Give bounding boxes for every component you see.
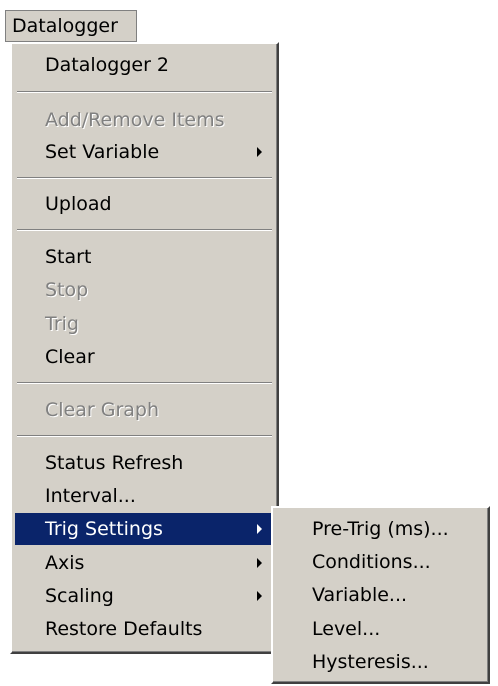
submenu-arrow-icon <box>257 558 262 568</box>
menu-item-label: Stop <box>45 279 89 301</box>
submenu-item-pre-trig[interactable]: Pre-Trig (ms)... <box>276 513 485 545</box>
menu-separator <box>17 229 272 231</box>
menu-item-label: Conditions... <box>312 551 431 573</box>
menubar-datalogger[interactable]: Datalogger <box>5 10 137 42</box>
menu-item-trig-settings[interactable]: Trig Settings <box>15 513 274 545</box>
menu-item-clear-graph: Clear Graph <box>15 394 274 426</box>
menu-item-start[interactable]: Start <box>15 241 274 273</box>
menu-item-label: Datalogger 2 <box>45 54 170 76</box>
menu-item-label: Axis <box>45 552 85 574</box>
menu-item-label: Restore Defaults <box>45 618 203 640</box>
menu-item-label: Clear <box>45 346 95 368</box>
menu-item-label: Set Variable <box>45 141 160 163</box>
menu-item-label: Clear Graph <box>45 399 160 421</box>
menu-item-label: Start <box>45 246 92 268</box>
menu-item-restore-defaults[interactable]: Restore Defaults <box>15 613 274 645</box>
menu-separator <box>17 91 272 93</box>
menu-separator <box>17 382 272 384</box>
menu-item-label: Trig Settings <box>45 518 163 540</box>
trig-settings-submenu: Pre-Trig (ms)... Conditions... Variable.… <box>271 506 490 684</box>
submenu-arrow-icon <box>257 591 262 601</box>
menu-item-trig: Trig <box>15 308 274 340</box>
menu-item-stop: Stop <box>15 274 274 306</box>
menu-item-scaling[interactable]: Scaling <box>15 580 274 612</box>
submenu-arrow-icon <box>257 524 262 534</box>
datalogger-menu: Datalogger 2 Add/Remove Items Set Variab… <box>10 42 279 654</box>
menu-item-datalogger-2[interactable]: Datalogger 2 <box>15 49 274 81</box>
menu-item-label: Hysteresis... <box>312 651 429 673</box>
menu-item-set-variable[interactable]: Set Variable <box>15 136 274 168</box>
menu-item-label: Scaling <box>45 585 114 607</box>
menu-item-axis[interactable]: Axis <box>15 547 274 579</box>
submenu-item-hysteresis[interactable]: Hysteresis... <box>276 646 485 678</box>
menu-separator <box>17 435 272 437</box>
submenu-arrow-icon <box>257 147 262 157</box>
menu-item-label: Interval... <box>45 485 136 507</box>
submenu-item-conditions[interactable]: Conditions... <box>276 546 485 578</box>
menu-item-label: Pre-Trig (ms)... <box>312 518 449 540</box>
submenu-item-variable[interactable]: Variable... <box>276 579 485 611</box>
submenu-item-level[interactable]: Level... <box>276 613 485 645</box>
menu-item-status-refresh[interactable]: Status Refresh <box>15 447 274 479</box>
menu-item-label: Level... <box>312 618 381 640</box>
menu-item-add-remove-items: Add/Remove Items <box>15 104 274 136</box>
menu-item-interval[interactable]: Interval... <box>15 480 274 512</box>
menu-item-upload[interactable]: Upload <box>15 188 274 220</box>
menu-separator <box>17 177 272 179</box>
menu-item-label: Upload <box>45 193 112 215</box>
menu-item-label: Status Refresh <box>45 452 184 474</box>
menu-item-label: Variable... <box>312 584 408 606</box>
menu-item-label: Add/Remove Items <box>45 109 225 131</box>
menu-item-label: Trig <box>45 313 79 335</box>
menu-item-clear[interactable]: Clear <box>15 341 274 373</box>
